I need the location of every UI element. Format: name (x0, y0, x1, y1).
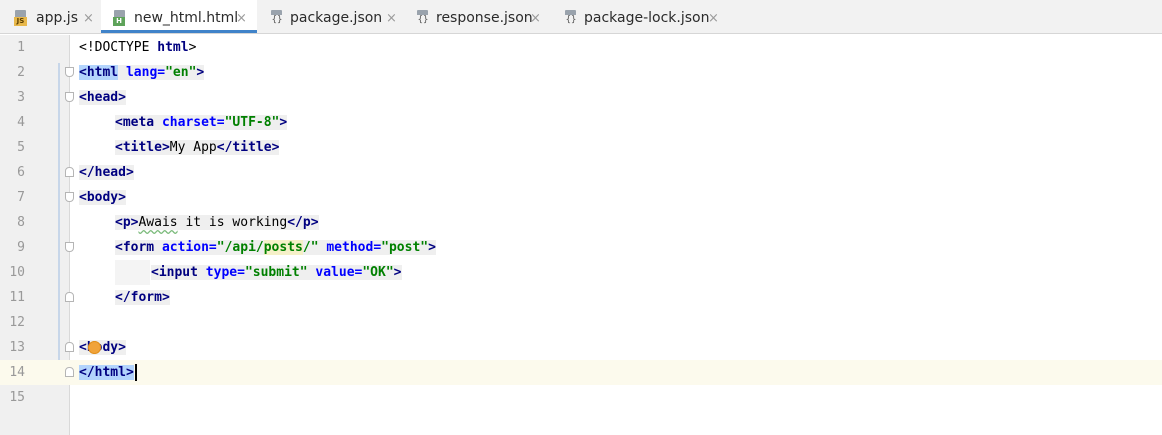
line-number: 9 (17, 240, 25, 255)
line-number: 10 (9, 265, 25, 280)
fold-marker[interactable] (65, 292, 74, 302)
close-icon[interactable]: × (236, 0, 247, 37)
tab-package-lock-json[interactable]: {} package-lock.json × (554, 0, 734, 33)
code-text: </html> (79, 360, 137, 385)
fold-marker[interactable] (65, 192, 74, 202)
line-number: 15 (9, 390, 25, 405)
line-number: 12 (9, 315, 25, 330)
tab-app-js[interactable]: JS app.js × (0, 0, 100, 33)
json-file-icon: {} (270, 10, 284, 26)
json-file-icon: {} (416, 10, 430, 26)
editor-tab-bar: JS app.js × H new_html.html × {} package… (0, 0, 1162, 34)
line-number: 5 (17, 140, 25, 155)
tab-label: response.json (436, 10, 533, 26)
code-line-8[interactable]: 8 <p>Awais it is working</p> (0, 210, 1162, 235)
code-text: <meta charset="UTF-8"> (115, 115, 288, 130)
tab-label: package-lock.json (584, 10, 710, 26)
code-text: <p>Awais it is working</p> (115, 215, 319, 230)
line-number: 1 (17, 40, 25, 55)
code-line-7[interactable]: 7 <body> (0, 185, 1162, 210)
tab-response-json[interactable]: {} response.json × (404, 0, 554, 33)
js-file-icon: JS (14, 10, 28, 26)
code-line-1[interactable]: 1 <!DOCTYPE html> (0, 35, 1162, 60)
close-icon[interactable]: × (83, 0, 94, 37)
code-line-3[interactable]: 3 <head> (0, 85, 1162, 110)
intention-bulb-icon[interactable] (88, 341, 101, 354)
code-text: <body> (79, 190, 126, 205)
json-file-icon: {} (564, 10, 578, 26)
close-icon[interactable]: × (386, 0, 397, 37)
fold-marker[interactable] (65, 67, 74, 77)
tab-package-json[interactable]: {} package.json × (258, 0, 404, 33)
line-number: 8 (17, 215, 25, 230)
code-line-13[interactable]: 13 <body> (0, 335, 1162, 360)
fold-marker[interactable] (65, 92, 74, 102)
line-number: 6 (17, 165, 25, 180)
fold-marker[interactable] (65, 367, 74, 377)
html-file-icon: H (113, 10, 127, 26)
tab-label: package.json (290, 10, 383, 26)
code-line-14[interactable]: 14 </html> (0, 360, 1162, 385)
spelling-warning: Awais (138, 215, 178, 230)
tab-new-html[interactable]: H new_html.html × (101, 0, 257, 33)
code-text: <title>My App</title> (115, 140, 280, 155)
line-number: 3 (17, 90, 25, 105)
fold-marker[interactable] (65, 342, 74, 352)
close-icon[interactable]: × (708, 0, 719, 37)
code-line-9[interactable]: 9 <form action="/api/posts/" method="pos… (0, 235, 1162, 260)
code-line-15[interactable]: 15 (0, 385, 1162, 410)
close-icon[interactable]: × (530, 0, 541, 37)
line-number: 7 (17, 190, 25, 205)
line-number: 11 (9, 290, 25, 305)
fold-marker[interactable] (65, 242, 74, 252)
code-line-12[interactable]: 12 (0, 310, 1162, 335)
tab-label: new_html.html (134, 10, 239, 26)
code-line-4[interactable]: 4 <meta charset="UTF-8"> (0, 110, 1162, 135)
code-text: <!DOCTYPE html> (79, 40, 197, 55)
text-caret (134, 364, 137, 381)
code-text: </form> (115, 290, 170, 305)
code-text: <html lang="en"> (79, 65, 205, 80)
fold-marker[interactable] (65, 167, 74, 177)
code-text: <head> (79, 90, 126, 105)
code-text: </head> (79, 165, 134, 180)
code-text: <input type="submit" value="OK"> (151, 265, 402, 280)
tab-label: app.js (36, 10, 78, 26)
code-editor[interactable]: 1 <!DOCTYPE html> 2 <html lang="en"> 3 <… (0, 35, 1162, 435)
line-number: 2 (17, 65, 25, 80)
code-text: <body> (79, 340, 126, 355)
code-line-10[interactable]: 10 <input type="submit" value="OK"> (0, 260, 1162, 285)
line-number: 4 (17, 115, 25, 130)
line-number: 13 (9, 340, 25, 355)
code-line-5[interactable]: 5 <title>My App</title> (0, 135, 1162, 160)
indent-guide (115, 260, 150, 285)
code-line-11[interactable]: 11 </form> (0, 285, 1162, 310)
code-line-6[interactable]: 6 </head> (0, 160, 1162, 185)
line-number: 14 (9, 365, 25, 380)
code-line-2[interactable]: 2 <html lang="en"> (0, 60, 1162, 85)
code-text: <form action="/api/posts/" method="post"… (115, 240, 436, 255)
